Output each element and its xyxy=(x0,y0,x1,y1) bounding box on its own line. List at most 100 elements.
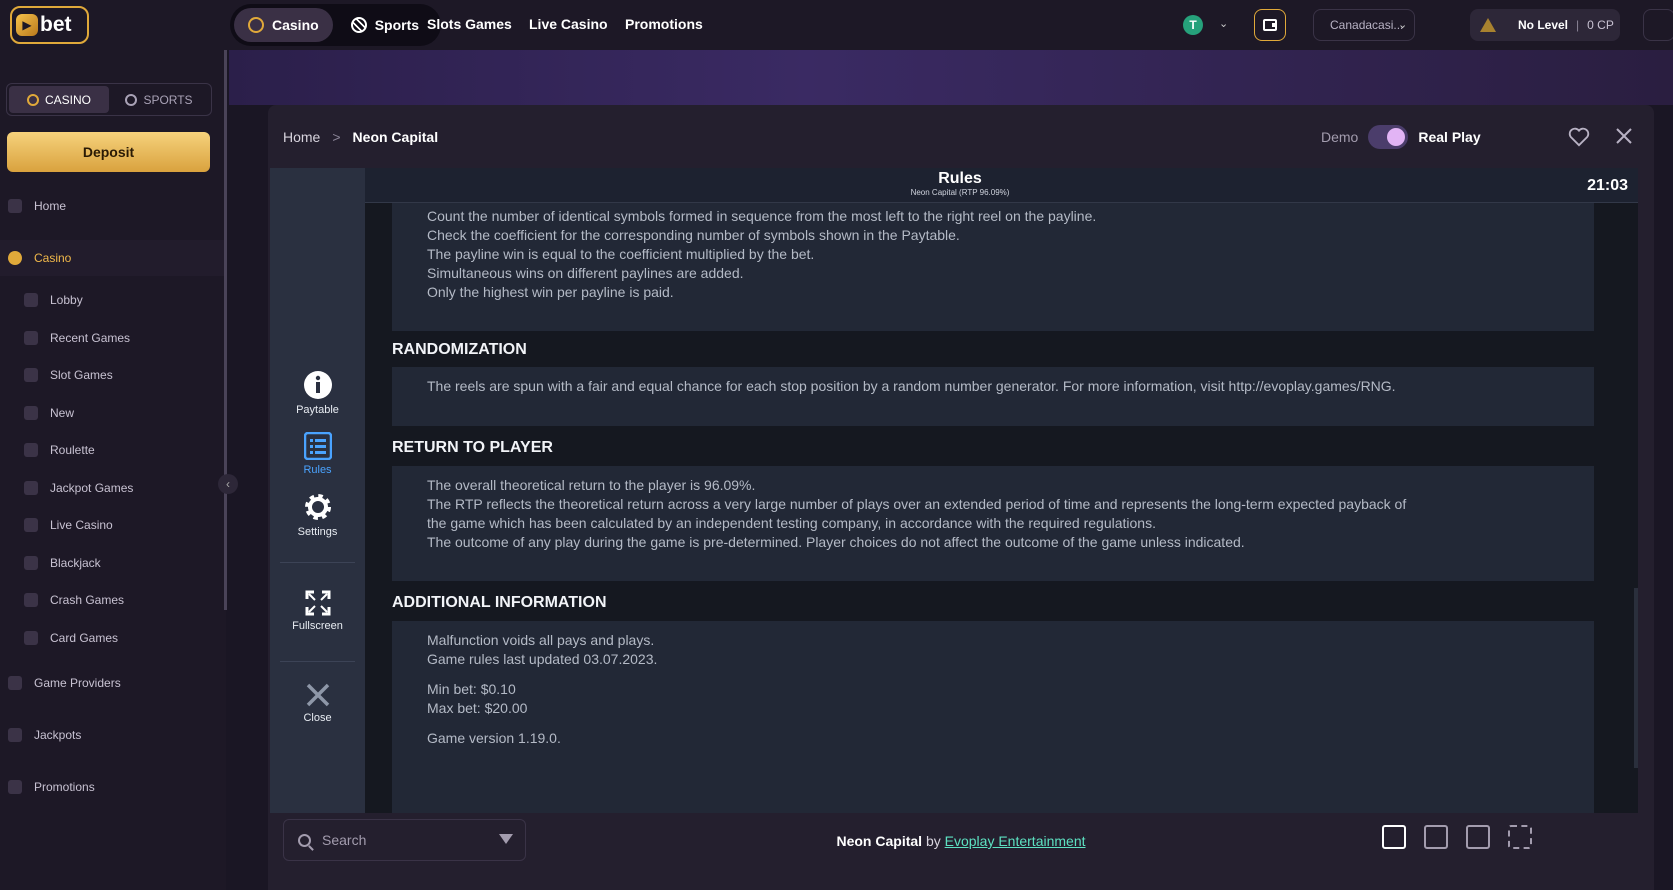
sidebar-item-new[interactable]: New xyxy=(0,395,226,431)
casino-icon xyxy=(248,17,264,33)
deposit-button[interactable]: Deposit xyxy=(7,132,210,172)
game-side-menu: Paytable Rules Settings Fullscreen Close xyxy=(270,168,365,813)
rule-line: Game version 1.19.0. xyxy=(427,730,561,746)
game-bottom-bar: Neon Capital by Evoplay Entertainment xyxy=(268,813,1654,890)
language-select[interactable]: Canadacasi... ⌄ xyxy=(1313,9,1415,41)
sidebar-item-home[interactable]: Home xyxy=(0,188,226,224)
sidebar-item-lobby[interactable]: Lobby xyxy=(0,282,226,318)
rule-line: Only the highest win per payline is paid… xyxy=(427,284,674,300)
sidebar-scrollbar[interactable] xyxy=(224,50,227,610)
list-icon xyxy=(303,432,332,460)
rule-line: Simultaneous wins on different paylines … xyxy=(427,265,744,281)
ball-icon xyxy=(125,93,138,106)
sidebar-item-label: Crash Games xyxy=(50,593,125,607)
rule-line: The RTP reflects the theoretical return … xyxy=(427,496,1407,512)
sidebar-item-recent-games[interactable]: Recent Games xyxy=(0,320,226,356)
rule-line: Game rules last updated 03.07.2023. xyxy=(427,651,658,667)
tether-icon[interactable]: T xyxy=(1183,15,1203,35)
sidebar-item-crash-games[interactable]: Crash Games xyxy=(0,582,226,618)
logo[interactable]: ▶ bet xyxy=(10,6,89,44)
roulette-icon xyxy=(24,443,38,457)
ball-icon xyxy=(350,17,367,33)
section-heading-return-to-player: RETURN TO PLAYER xyxy=(392,439,553,456)
sidebar-item-label: Jackpots xyxy=(34,728,82,742)
sidebar-item-jackpots[interactable]: Jackpots xyxy=(0,717,226,753)
game-menu-settings[interactable]: Settings xyxy=(270,492,365,538)
game-menu-settings-label: Settings xyxy=(297,526,338,538)
breadcrumb-current: Neon Capital xyxy=(352,129,439,145)
divider xyxy=(280,562,355,563)
cp-value: 0 CP xyxy=(1587,18,1614,32)
language-select-value: Canadacasi... xyxy=(1330,18,1404,32)
rules-section-payline: Count the number of identical symbols fo… xyxy=(392,203,1594,331)
provider-link[interactable]: Evoplay Entertainment xyxy=(945,833,1086,849)
rule-line: The reels are spun with a fair and equal… xyxy=(427,378,1396,394)
game-menu-paytable[interactable]: Paytable xyxy=(270,370,365,416)
sidebar-item-jackpot-games[interactable]: Jackpot Games xyxy=(0,470,226,506)
rule-line: The payline win is equal to the coeffici… xyxy=(427,246,815,262)
sidebar-item-slot-games[interactable]: Slot Games xyxy=(0,357,226,393)
game-menu-fullscreen-label: Fullscreen xyxy=(292,620,343,632)
play-mode-toggle: Demo Real Play xyxy=(1321,125,1481,149)
multi-view-icon[interactable] xyxy=(1466,825,1490,849)
sidebar-item-label: Roulette xyxy=(50,443,95,457)
game-providers-icon xyxy=(8,676,22,690)
sidebar-item-casino[interactable]: Casino xyxy=(0,240,226,276)
wallet-button[interactable] xyxy=(1254,9,1286,41)
rules-title: Rules xyxy=(938,170,982,187)
sidebar-item-live-casino[interactable]: Live Casino xyxy=(0,507,226,543)
sidebar-tab-casino[interactable]: CASINO xyxy=(9,86,109,113)
sidebar-item-game-providers[interactable]: Game Providers xyxy=(0,665,226,701)
rule-line: Count the number of identical symbols fo… xyxy=(427,208,1097,224)
demo-label: Demo xyxy=(1321,129,1359,145)
exit-fullscreen-icon[interactable] xyxy=(1508,825,1532,849)
tab-sports[interactable]: Sports xyxy=(337,8,433,42)
crash-games-icon xyxy=(24,593,38,607)
rules-section-randomization: The reels are spun with a fair and equal… xyxy=(392,367,1594,426)
sidebar-item-label: Slot Games xyxy=(50,368,113,382)
sidebar-tabs: CASINO SPORTS xyxy=(6,83,212,116)
logo-text: bet xyxy=(40,13,72,36)
game-menu-fullscreen[interactable]: Fullscreen xyxy=(270,590,365,632)
sidebar-tab-sports[interactable]: SPORTS xyxy=(109,86,209,113)
sidebar-item-card-games[interactable]: Card Games xyxy=(0,620,226,656)
rules-content[interactable]: Count the number of identical symbols fo… xyxy=(365,203,1638,813)
nav-live-casino[interactable]: Live Casino xyxy=(529,16,608,32)
nav-promotions[interactable]: Promotions xyxy=(625,16,703,32)
sidebar-item-promotions[interactable]: Promotions xyxy=(0,769,226,805)
game-menu-close[interactable]: Close xyxy=(270,682,365,724)
sidebar-item-blackjack[interactable]: Blackjack xyxy=(0,545,226,581)
theater-mode-icon[interactable] xyxy=(1382,825,1406,849)
breadcrumb-home[interactable]: Home xyxy=(283,129,320,145)
breadcrumb: Home > Neon Capital xyxy=(283,129,438,145)
demo-real-switch[interactable] xyxy=(1368,125,1409,149)
heart-icon[interactable] xyxy=(1568,127,1590,147)
rules-section-additional: Malfunction voids all pays and plays. Ga… xyxy=(392,621,1594,813)
chevron-down-icon[interactable]: ⌄ xyxy=(1219,17,1228,30)
sidebar-item-roulette[interactable]: Roulette xyxy=(0,432,226,468)
fullscreen-icon xyxy=(305,590,330,616)
recent-games-icon xyxy=(24,331,38,345)
nav-slots-games[interactable]: Slots Games xyxy=(427,16,512,32)
game-frame[interactable]: Paytable Rules Settings Fullscreen Close… xyxy=(270,168,1638,813)
jackpot-games-icon xyxy=(24,481,38,495)
live-casino-icon xyxy=(24,518,38,532)
game-menu-rules[interactable]: Rules xyxy=(270,432,365,476)
casino-icon xyxy=(8,251,22,265)
gear-icon xyxy=(304,494,331,520)
game-scrollbar[interactable] xyxy=(1634,588,1638,768)
game-clock: 21:03 xyxy=(1587,177,1628,194)
close-icon[interactable] xyxy=(1613,125,1635,147)
by-label: by xyxy=(925,833,941,849)
tab-casino[interactable]: Casino xyxy=(234,8,333,42)
mode-switch: Casino Sports xyxy=(230,4,441,46)
collapse-sidebar-button[interactable]: ‹ xyxy=(218,474,238,494)
notification-bell-icon[interactable] xyxy=(1643,9,1673,41)
sidebar-item-label: Home xyxy=(34,199,67,213)
game-name: Neon Capital xyxy=(836,833,923,849)
card-games-icon xyxy=(24,631,38,645)
sidebar-item-label: Blackjack xyxy=(50,556,101,570)
fit-screen-icon[interactable] xyxy=(1424,825,1448,849)
rules-subtitle: Neon Capital (RTP 96.09%) xyxy=(910,188,1010,197)
level-badge[interactable]: No Level | 0 CP xyxy=(1470,9,1620,41)
